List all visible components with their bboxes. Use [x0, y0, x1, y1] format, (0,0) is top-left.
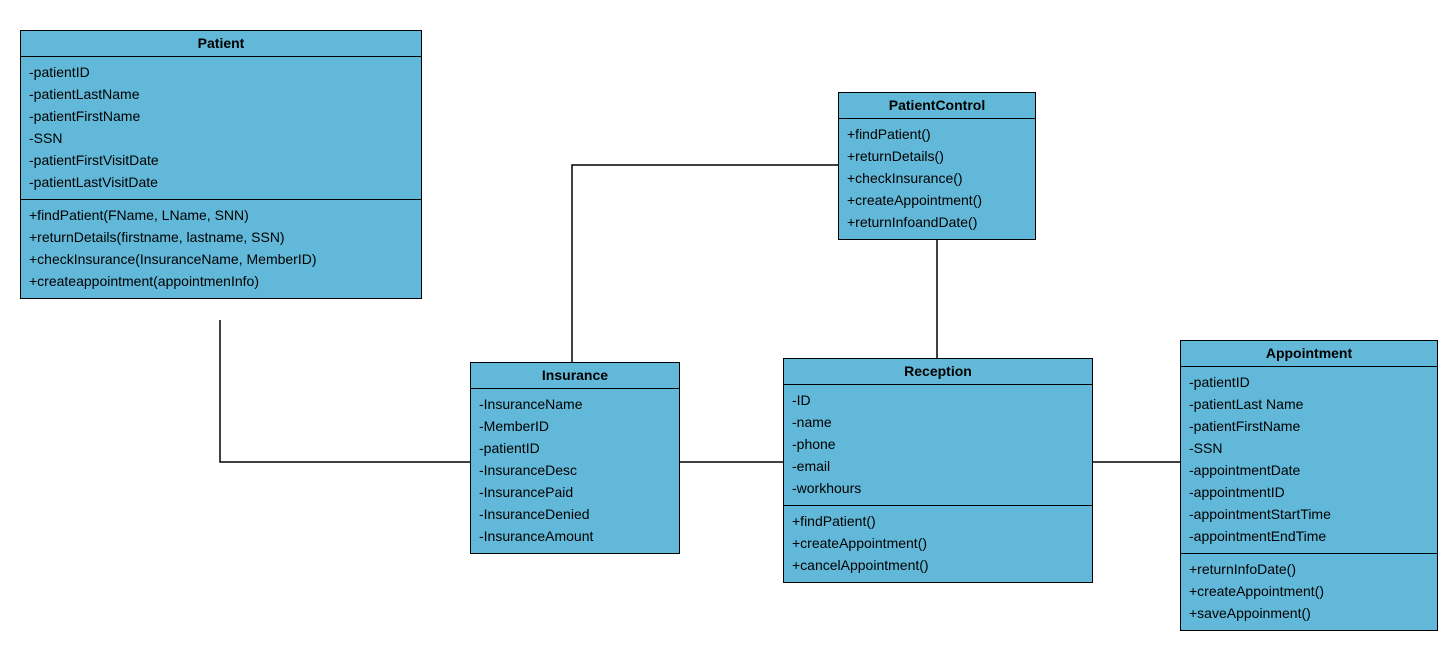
attr: -workhours — [792, 477, 1084, 499]
class-reception-title: Reception — [784, 359, 1092, 385]
class-reception-ops: +findPatient() +createAppointment() +can… — [784, 506, 1092, 582]
op: +findPatient() — [847, 123, 1027, 145]
op: +createAppointment() — [792, 532, 1084, 554]
class-appointment: Appointment -patientID -patientLast Name… — [1180, 340, 1438, 631]
op: +returnInfoandDate() — [847, 211, 1027, 233]
attr: -MemberID — [479, 415, 671, 437]
class-patient: Patient -patientID -patientLastName -pat… — [20, 30, 422, 299]
class-patientcontrol-ops: +findPatient() +returnDetails() +checkIn… — [839, 119, 1035, 239]
uml-class-diagram: Patient -patientID -patientLastName -pat… — [0, 0, 1452, 652]
attr: -appointmentID — [1189, 481, 1429, 503]
class-insurance-title: Insurance — [471, 363, 679, 389]
class-insurance: Insurance -InsuranceName -MemberID -pati… — [470, 362, 680, 554]
class-appointment-attrs: -patientID -patientLast Name -patientFir… — [1181, 367, 1437, 554]
op: +returnInfoDate() — [1189, 558, 1429, 580]
attr: -patientLastName — [29, 83, 413, 105]
op: +saveAppoinment() — [1189, 602, 1429, 624]
op: +checkInsurance(InsuranceName, MemberID) — [29, 248, 413, 270]
attr: -ID — [792, 389, 1084, 411]
class-insurance-attrs: -InsuranceName -MemberID -patientID -Ins… — [471, 389, 679, 553]
attr: -phone — [792, 433, 1084, 455]
op: +checkInsurance() — [847, 167, 1027, 189]
attr: -name — [792, 411, 1084, 433]
attr: -appointmentStartTime — [1189, 503, 1429, 525]
attr: -patientLastVisitDate — [29, 171, 413, 193]
attr: -email — [792, 455, 1084, 477]
attr: -appointmentEndTime — [1189, 525, 1429, 547]
attr: -patientLast Name — [1189, 393, 1429, 415]
attr: -InsuranceDesc — [479, 459, 671, 481]
class-patient-ops: +findPatient(FName, LName, SNN) +returnD… — [21, 200, 421, 298]
class-patient-attrs: -patientID -patientLastName -patientFirs… — [21, 57, 421, 200]
attr: -patientFirstVisitDate — [29, 149, 413, 171]
attr: -patientID — [29, 61, 413, 83]
op: +createappointment(appointmenInfo) — [29, 270, 413, 292]
op: +createAppointment() — [1189, 580, 1429, 602]
op: +createAppointment() — [847, 189, 1027, 211]
class-patientcontrol: PatientControl +findPatient() +returnDet… — [838, 92, 1036, 240]
op: +cancelAppointment() — [792, 554, 1084, 576]
assoc-patient-insurance — [220, 320, 470, 462]
op: +findPatient() — [792, 510, 1084, 532]
attr: -InsuranceName — [479, 393, 671, 415]
class-appointment-ops: +returnInfoDate() +createAppointment() +… — [1181, 554, 1437, 630]
attr: -SSN — [1189, 437, 1429, 459]
attr: -patientID — [1189, 371, 1429, 393]
class-patientcontrol-title: PatientControl — [839, 93, 1035, 119]
attr: -InsuranceDenied — [479, 503, 671, 525]
class-appointment-title: Appointment — [1181, 341, 1437, 367]
op: +returnDetails(firstname, lastname, SSN) — [29, 226, 413, 248]
class-reception-attrs: -ID -name -phone -email -workhours — [784, 385, 1092, 506]
attr: -patientFirstName — [1189, 415, 1429, 437]
attr: -patientFirstName — [29, 105, 413, 127]
attr: -InsurancePaid — [479, 481, 671, 503]
attr: -InsuranceAmount — [479, 525, 671, 547]
class-patient-title: Patient — [21, 31, 421, 57]
op: +returnDetails() — [847, 145, 1027, 167]
op: +findPatient(FName, LName, SNN) — [29, 204, 413, 226]
attr: -SSN — [29, 127, 413, 149]
attr: -patientID — [479, 437, 671, 459]
assoc-insurance-patientcontrol — [572, 165, 838, 362]
class-reception: Reception -ID -name -phone -email -workh… — [783, 358, 1093, 583]
attr: -appointmentDate — [1189, 459, 1429, 481]
